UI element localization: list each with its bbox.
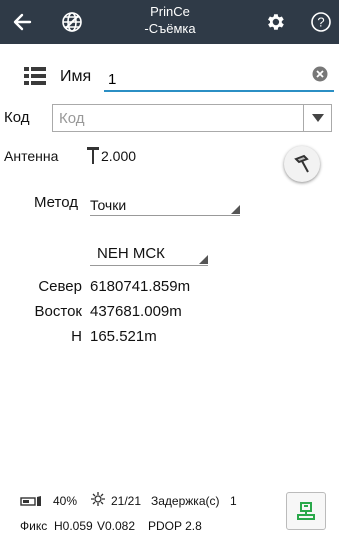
code-dropdown-button[interactable] <box>303 105 331 131</box>
east-value: 437681.009m <box>90 303 182 320</box>
north-label: Север <box>38 278 82 295</box>
north-value: 6180741.859m <box>90 278 191 295</box>
back-arrow-icon[interactable] <box>8 8 36 36</box>
name-input[interactable] <box>104 68 334 92</box>
satellite-icon <box>90 491 106 507</box>
svg-text:?: ? <box>317 15 324 30</box>
list-icon[interactable] <box>24 66 46 86</box>
measure-point-button[interactable] <box>286 492 326 530</box>
gear-icon[interactable] <box>261 8 289 36</box>
help-icon[interactable]: ? <box>307 8 335 36</box>
delay-label: Задержка(с) <box>151 494 220 508</box>
height-value: 165.521m <box>90 328 157 345</box>
method-label: Метод <box>34 194 78 211</box>
code-label: Код <box>4 109 30 126</box>
title-mode: -Съёмка <box>144 21 196 36</box>
globe-icon[interactable] <box>58 8 86 36</box>
solution-status: Фикс <box>20 519 48 533</box>
dropdown-triangle-icon <box>199 255 208 264</box>
coord-system-select[interactable]: NEH МСК <box>90 243 208 266</box>
survey-point-icon <box>297 502 315 520</box>
method-value: Точки <box>90 197 127 213</box>
antenna-label: Антенна <box>4 148 59 164</box>
name-label: Имя <box>60 68 92 85</box>
height-label: H <box>71 328 82 345</box>
top-bar: PrinCe -Съёмка ? <box>0 0 339 44</box>
v-precision: V0.082 <box>97 519 136 533</box>
battery-icon <box>20 494 44 506</box>
title-app: PrinCe <box>150 4 190 19</box>
antenna-icon <box>86 145 100 165</box>
pdop-value: PDOP 2.8 <box>148 519 202 533</box>
coord-system-value: NEH МСК <box>97 245 165 262</box>
clear-icon[interactable] <box>312 66 328 82</box>
delay-value: 1 <box>230 494 237 508</box>
battery-percent: 40% <box>53 494 78 508</box>
satellite-count: 21/21 <box>111 494 142 508</box>
page-title: PrinCe -Съёмка <box>110 3 230 37</box>
east-label: Восток <box>34 303 82 320</box>
h-precision: H0.059 <box>54 519 93 533</box>
antenna-value[interactable]: 2.000 <box>101 148 136 164</box>
antenna-settings-button[interactable] <box>284 146 320 182</box>
dropdown-triangle-icon <box>231 205 240 214</box>
chevron-down-icon <box>311 114 324 122</box>
code-select[interactable]: Код <box>52 104 332 132</box>
code-placeholder: Код <box>59 110 85 127</box>
method-select[interactable]: Точки <box>90 193 240 216</box>
antenna-pole-icon <box>294 154 309 173</box>
